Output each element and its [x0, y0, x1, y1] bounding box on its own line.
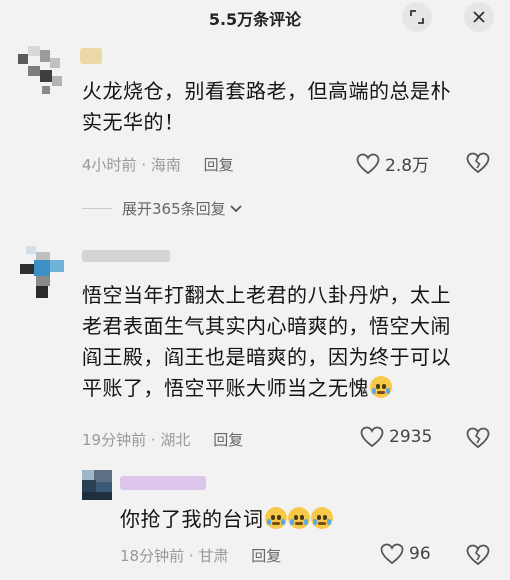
close-button[interactable]: [464, 2, 494, 32]
avatar[interactable]: [20, 246, 68, 300]
like-button[interactable]: 2935: [360, 426, 432, 448]
like-count: 2.8万: [385, 156, 430, 176]
meta-separator: ·: [188, 547, 199, 565]
username-blurred[interactable]: [120, 476, 206, 490]
comment-line: 平账了，悟空平账大师当之无愧: [82, 373, 451, 404]
expand-replies[interactable]: 展开365条回复: [82, 198, 243, 219]
divider: [82, 208, 112, 209]
heart-outline-icon: [356, 153, 380, 174]
meta-separator: ·: [150, 431, 161, 449]
comment-time: 4小时前: [82, 156, 137, 174]
reply-button[interactable]: 回复: [213, 431, 243, 449]
reply-text: 你抢了我的台词: [120, 504, 333, 535]
broken-heart-icon[interactable]: [466, 152, 490, 174]
comment-location: 甘肃: [198, 547, 229, 565]
broken-heart-icon[interactable]: [466, 544, 490, 566]
comment-location: 湖北: [160, 431, 191, 449]
comment-text: 火龙烧仓，别看套路老，但高端的总是朴 实无华的！: [82, 76, 451, 138]
broken-heart-icon[interactable]: [466, 427, 490, 449]
comment-line: 火龙烧仓，别看套路老，但高端的总是朴: [82, 79, 451, 103]
username-blurred[interactable]: [80, 48, 102, 64]
like-button[interactable]: 96: [380, 543, 431, 565]
comment-meta: 4小时前 · 海南 回复: [82, 154, 234, 175]
reply-meta: 18分钟前 · 甘肃 回复: [120, 545, 281, 566]
chevron-down-icon: [230, 204, 242, 212]
comment-line: 实无华的！: [82, 110, 185, 134]
crying-laughing-emoji: [287, 507, 310, 529]
comment-time: 18分钟前: [120, 547, 185, 565]
close-icon: [473, 11, 485, 23]
heart-outline-icon: [380, 543, 404, 565]
like-button[interactable]: 2.8万: [356, 151, 429, 176]
comment-time: 19分钟前: [82, 431, 147, 449]
like-count: 96: [409, 544, 431, 564]
crying-laughing-emoji: [310, 507, 333, 529]
comment-line: 悟空当年打翻太上老君的八卦丹炉，太上: [82, 283, 451, 307]
heart-outline-icon: [360, 426, 384, 448]
comments-header: 5.5万条评论: [0, 0, 510, 38]
expand-icon: [410, 10, 424, 24]
comment-count-title: 5.5万条评论: [208, 10, 302, 29]
meta-separator: ·: [141, 156, 151, 174]
comment-text: 悟空当年打翻太上老君的八卦丹炉，太上 老君表面生气其实内心暗爽的，悟空大闹 阎王…: [82, 280, 451, 404]
comment-line: 阎王殿，阎王也是暗爽的，因为终于可以: [82, 345, 451, 369]
reply-button[interactable]: 回复: [251, 547, 281, 565]
avatar[interactable]: [82, 470, 112, 500]
expand-replies-label: 展开365条回复: [122, 200, 226, 218]
expand-button[interactable]: [402, 2, 432, 32]
avatar[interactable]: [18, 46, 68, 96]
comment-line: 老君表面生气其实内心暗爽的，悟空大闹: [82, 314, 451, 338]
reply-button[interactable]: 回复: [204, 156, 234, 174]
like-count: 2935: [389, 427, 433, 447]
comment-meta: 19分钟前 · 湖北 回复: [82, 429, 243, 450]
crying-laughing-emoji: [264, 507, 287, 529]
comment-location: 海南: [150, 156, 181, 174]
crying-laughing-emoji: [370, 376, 392, 398]
username-blurred[interactable]: [82, 250, 170, 262]
